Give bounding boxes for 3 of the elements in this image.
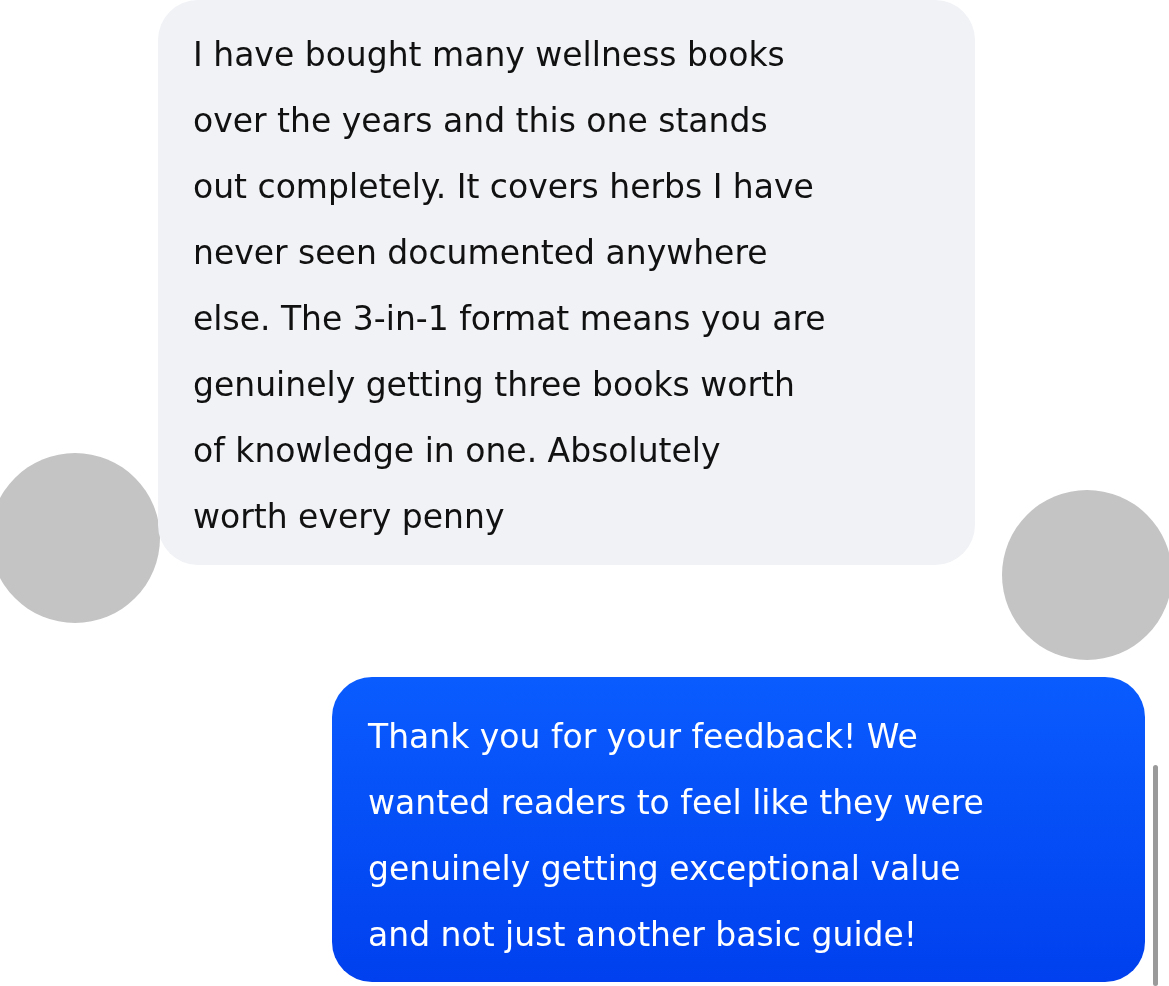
scrollbar[interactable] [1153, 765, 1158, 986]
message-text: Thank you for your feedback! We wanted readers to feel like they were genuinely getting exceptional value and not just another basic guide! [368, 716, 985, 956]
message-text: I have bought many wellness books over the years and this one stands out completely. It covers herbs I have never seen documented anywhere else. The 3-in-1 format means you are genuinely getting three books worth of knowledge in one. Absolutely worth every penny [193, 34, 827, 538]
